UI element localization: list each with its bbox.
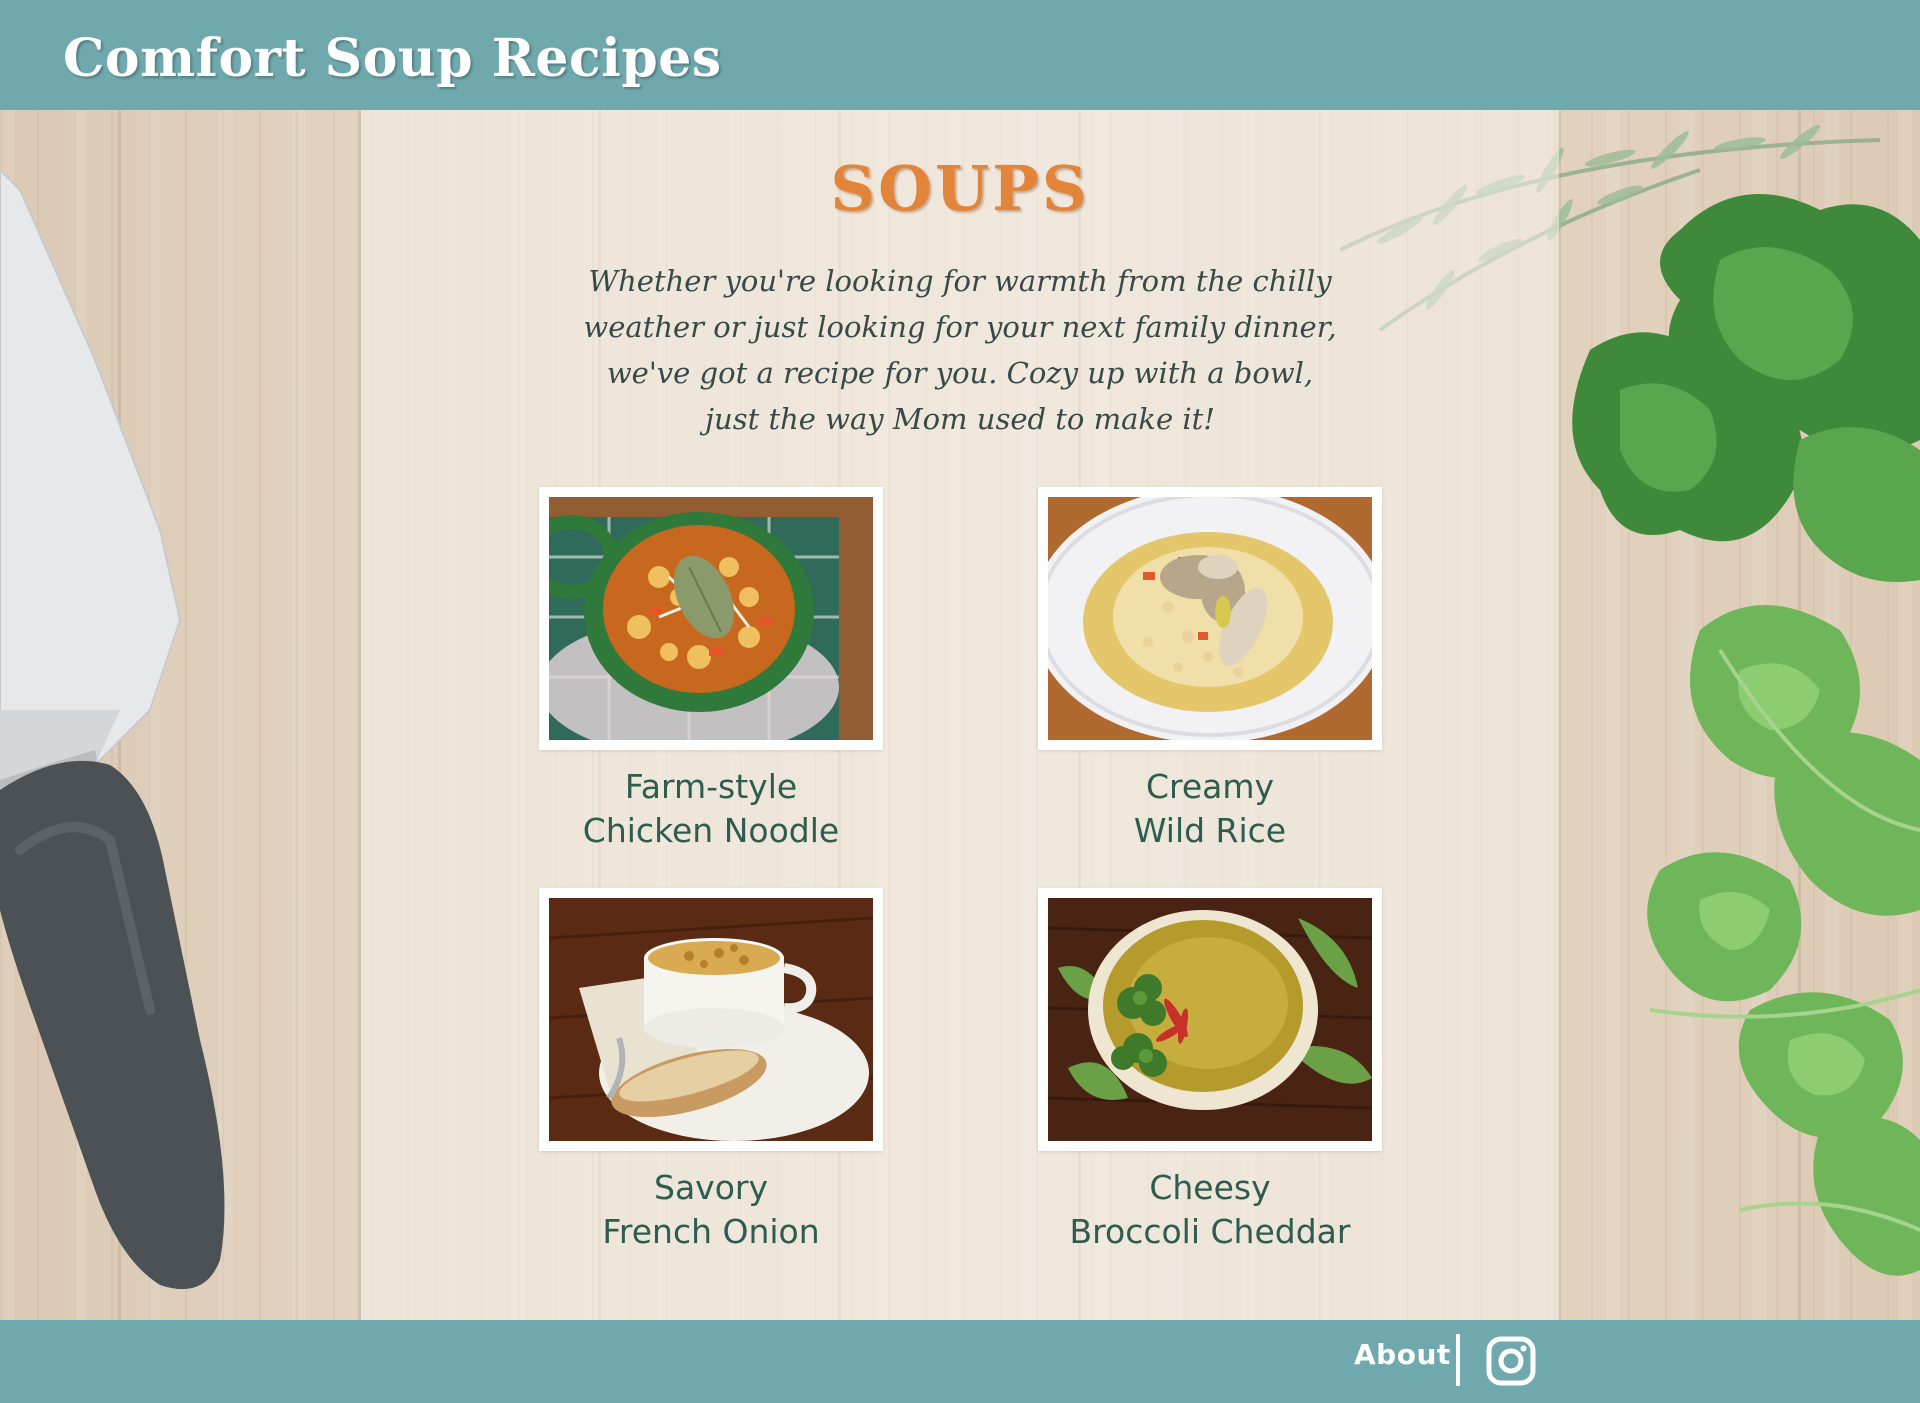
recipe-card-french-onion[interactable]: Savory French Onion: [539, 888, 883, 1254]
recipe-title[interactable]: Creamy Wild Rice: [1038, 765, 1382, 853]
recipe-title-line[interactable]: Farm-style: [539, 765, 883, 809]
site-header: Comfort Soup Recipes: [0, 0, 1920, 110]
intro-text: Whether you're looking for warmth from t…: [560, 258, 1360, 442]
recipe-title[interactable]: Savory French Onion: [539, 1166, 883, 1254]
footer-divider: [1456, 1334, 1460, 1386]
recipe-card-broccoli-cheddar[interactable]: Cheesy Broccoli Cheddar: [1038, 888, 1382, 1254]
recipe-title-line[interactable]: French Onion: [539, 1210, 883, 1254]
chicken-noodle-photo[interactable]: [549, 497, 873, 740]
wild-rice-photo[interactable]: [1048, 497, 1372, 740]
about-link[interactable]: About: [1354, 1338, 1451, 1371]
recipe-title-line[interactable]: Creamy: [1038, 765, 1382, 809]
recipe-title[interactable]: Farm-style Chicken Noodle: [539, 765, 883, 853]
recipe-title[interactable]: Cheesy Broccoli Cheddar: [1038, 1166, 1382, 1254]
recipe-card-wild-rice[interactable]: Creamy Wild Rice: [1038, 487, 1382, 853]
recipe-photo-frame[interactable]: [1038, 888, 1382, 1151]
recipe-title-line[interactable]: Broccoli Cheddar: [1038, 1210, 1382, 1254]
instagram-icon[interactable]: [1486, 1336, 1536, 1386]
recipe-photo-frame[interactable]: [1038, 487, 1382, 750]
recipe-title-line[interactable]: Savory: [539, 1166, 883, 1210]
recipe-title-line[interactable]: Chicken Noodle: [539, 809, 883, 853]
knife-image: [0, 168, 225, 1290]
recipe-title-line[interactable]: Wild Rice: [1038, 809, 1382, 853]
recipe-photo-frame[interactable]: [539, 487, 883, 750]
recipe-photo-frame[interactable]: [539, 888, 883, 1151]
site-title[interactable]: Comfort Soup Recipes: [63, 28, 722, 89]
broccoli-cheddar-photo[interactable]: [1048, 898, 1372, 1141]
intro-line: we've got a recipe for you. Cozy up with…: [606, 356, 1314, 390]
intro-line: Whether you're looking for warmth from t…: [588, 264, 1332, 298]
intro-line: just the way Mom used to make it!: [705, 402, 1215, 436]
page-heading: SOUPS: [830, 152, 1090, 225]
recipe-card-chicken-noodle[interactable]: Farm-style Chicken Noodle: [539, 487, 883, 853]
site-footer: About: [0, 1320, 1920, 1403]
recipe-title-line[interactable]: Cheesy: [1038, 1166, 1382, 1210]
french-onion-photo[interactable]: [549, 898, 873, 1141]
intro-line: weather or just looking for your next fa…: [583, 310, 1337, 344]
